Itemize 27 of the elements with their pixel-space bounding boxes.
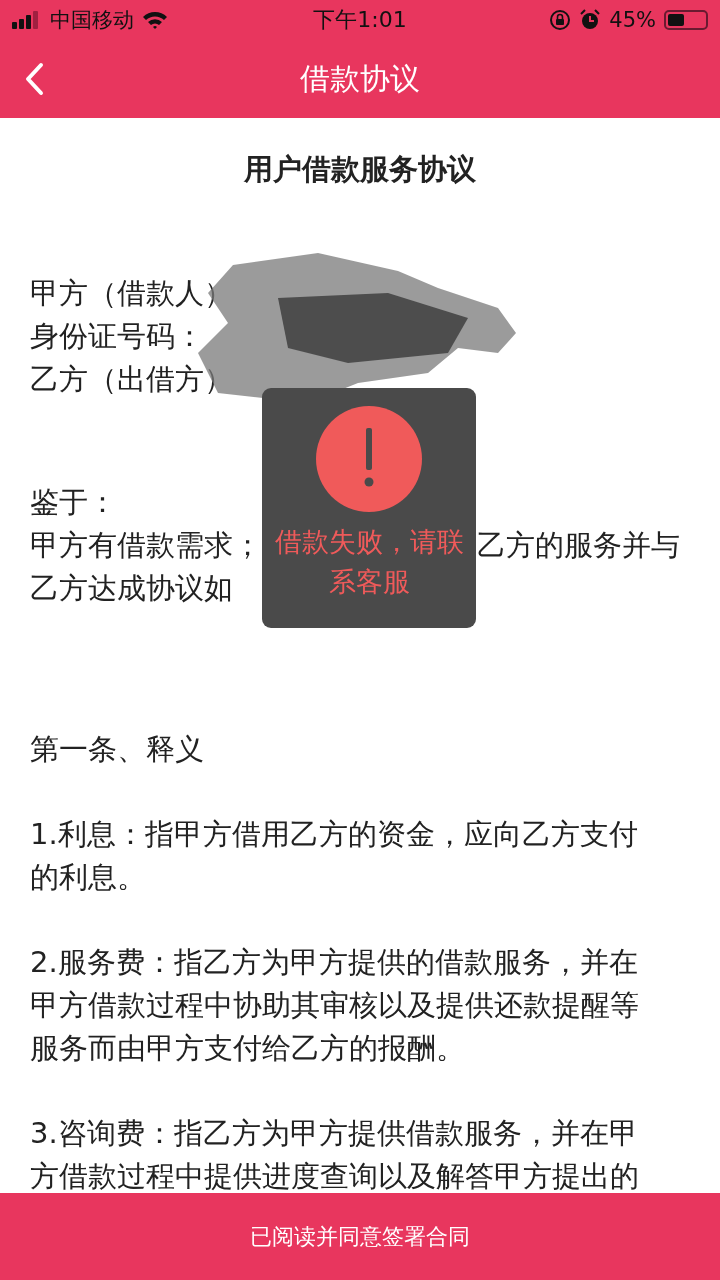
agreement-text: 甲方借款过程中协助其审核以及提供还款提醒等 (30, 987, 639, 1024)
agree-sign-button[interactable]: 已阅读并同意签署合同 (0, 1193, 720, 1280)
section-heading: 第一条、释义 (30, 731, 204, 768)
back-icon[interactable] (24, 62, 44, 96)
warning-icon (316, 406, 422, 512)
agreement-text: 服务而由甲方支付给乙方的报酬。 (30, 1030, 465, 1067)
rotation-lock-icon (549, 9, 572, 31)
toast-message: 借款失败，请联系客服 (273, 525, 465, 599)
page-title: 借款协议 (300, 59, 420, 98)
agreement-text: 乙方（出借方） (30, 361, 233, 398)
agreement-text: 乙方的服务并与 (477, 527, 680, 564)
agreement-text: 2.服务费：指乙方为甲方提供的借款服务，并在 (30, 944, 638, 981)
status-time: 下午1:01 (313, 6, 407, 34)
wifi-icon (142, 11, 168, 29)
agreement-text: 鉴于： (30, 484, 117, 521)
agreement-text: 方借款过程中提供进度查询以及解答甲方提出的 (30, 1158, 639, 1193)
alarm-icon (579, 9, 602, 31)
document-title: 用户借款服务协议 (243, 151, 477, 188)
agreement-text: 乙方达成协议如 (30, 570, 233, 607)
agreement-text: 1.利息：指甲方借用乙方的资金，应向乙方支付 (30, 816, 638, 853)
carrier-name: 中国移动 (50, 7, 134, 34)
agreement-text: 的利息。 (30, 859, 146, 896)
battery-percent: 45% (609, 8, 656, 32)
battery-icon (664, 10, 708, 30)
agreement-text: 甲方有借款需求； (30, 527, 262, 564)
agreement-text: 身份证号码： (30, 318, 204, 355)
agreement-text: 3.咨询费：指乙方为甲方提供借款服务，并在甲 (30, 1115, 638, 1152)
